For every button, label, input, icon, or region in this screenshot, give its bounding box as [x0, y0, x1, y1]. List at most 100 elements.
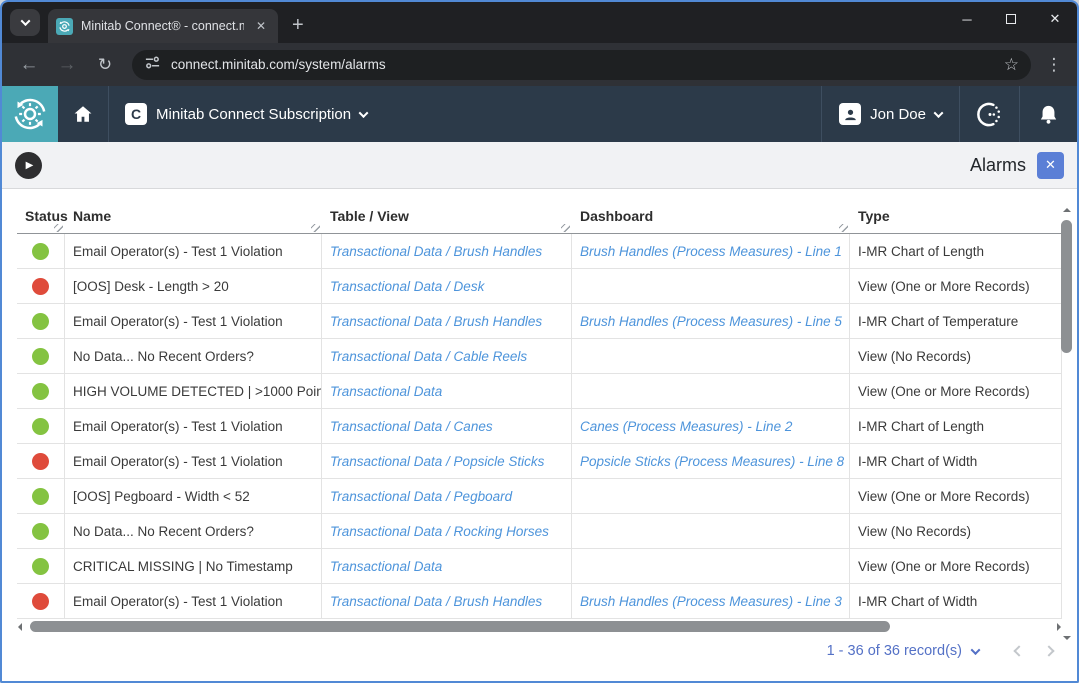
table-view-link[interactable]: Transactional Data / Canes — [330, 419, 493, 434]
table-row[interactable]: Email Operator(s) - Test 1 Violation Tra… — [17, 584, 1062, 619]
column-header-type[interactable]: Type — [850, 208, 1062, 233]
status-dot — [32, 488, 49, 505]
table-view-link[interactable]: Transactional Data / Rocking Horses — [330, 524, 549, 539]
scroll-down-icon[interactable] — [1063, 636, 1071, 640]
browser-tab[interactable]: Minitab Connect® - connect.mi ✕ — [48, 9, 278, 43]
header-right: Jon Doe — [821, 86, 1077, 142]
close-button[interactable]: ✕ — [1033, 2, 1077, 36]
alarm-type: View (No Records) — [850, 514, 1062, 548]
table-view-link[interactable]: Transactional Data / Cable Reels — [330, 349, 527, 364]
table-view-link[interactable]: Transactional Data / Brush Handles — [330, 594, 542, 609]
table-row[interactable]: Email Operator(s) - Test 1 Violation Tra… — [17, 444, 1062, 479]
vertical-scroll-thumb[interactable] — [1061, 220, 1072, 353]
forward-icon[interactable]: → — [52, 54, 82, 76]
column-resize-handle[interactable] — [54, 224, 63, 232]
horizontal-scroll-thumb[interactable] — [30, 621, 890, 632]
dashboard-link[interactable]: Brush Handles (Process Measures) - Line … — [580, 594, 842, 609]
alarm-name: Email Operator(s) - Test 1 Violation — [65, 409, 322, 443]
window-controls: ─ ✕ — [945, 2, 1077, 36]
page-next-icon[interactable] — [1043, 645, 1054, 656]
address-bar[interactable]: connect.minitab.com/system/alarms ☆ — [132, 50, 1031, 80]
table-row[interactable]: Email Operator(s) - Test 1 Violation Tra… — [17, 234, 1062, 269]
horizontal-scrollbar[interactable] — [17, 621, 1062, 632]
tab-close-icon[interactable]: ✕ — [252, 17, 270, 35]
table-view-link[interactable]: Transactional Data / Brush Handles — [330, 314, 542, 329]
scroll-up-icon[interactable] — [1063, 208, 1071, 212]
home-button[interactable] — [58, 103, 108, 125]
back-icon[interactable]: ← — [14, 54, 44, 76]
table-row[interactable]: Email Operator(s) - Test 1 Violation Tra… — [17, 409, 1062, 444]
table-row[interactable]: Email Operator(s) - Test 1 Violation Tra… — [17, 304, 1062, 339]
column-header-dashboard[interactable]: Dashboard — [572, 208, 850, 233]
status-cell — [17, 234, 65, 268]
status-dot — [32, 593, 49, 610]
alarm-name: HIGH VOLUME DETECTED | >1000 Points — [65, 374, 322, 408]
column-header-name[interactable]: Name — [65, 208, 322, 233]
dashboard-cell — [572, 549, 850, 583]
vertical-scrollbar[interactable] — [1061, 207, 1072, 641]
subscription-selector[interactable]: C Minitab Connect Subscription — [109, 103, 383, 125]
alarm-type: View (One or More Records) — [850, 269, 1062, 303]
status-cell — [17, 514, 65, 548]
tab-title: Minitab Connect® - connect.mi — [81, 19, 244, 33]
maximize-button[interactable] — [989, 2, 1033, 36]
table-row[interactable]: [OOS] Pegboard - Width < 52 Transactiona… — [17, 479, 1062, 514]
dashboard-link[interactable]: Brush Handles (Process Measures) - Line … — [580, 244, 842, 259]
dashboard-link[interactable]: Canes (Process Measures) - Line 2 — [580, 419, 792, 434]
status-cell — [17, 269, 65, 303]
dashboard-link[interactable]: Brush Handles (Process Measures) - Line … — [580, 314, 842, 329]
table-row[interactable]: No Data... No Recent Orders? Transaction… — [17, 339, 1062, 374]
minitab-connect-logo-icon[interactable] — [2, 86, 58, 142]
table-row[interactable]: HIGH VOLUME DETECTED | >1000 Points Tran… — [17, 374, 1062, 409]
table-view-link[interactable]: Transactional Data / Desk — [330, 279, 484, 294]
notifications-button[interactable] — [1019, 86, 1077, 142]
column-header-table-view[interactable]: Table / View — [322, 208, 572, 233]
chevron-down-icon — [359, 108, 369, 118]
browser-menu-icon[interactable]: ⋮ — [1043, 55, 1065, 75]
alarm-type: View (One or More Records) — [850, 479, 1062, 513]
column-header-status[interactable]: Status — [17, 208, 65, 233]
minimize-button[interactable]: ─ — [945, 2, 989, 36]
bookmark-star-icon[interactable]: ☆ — [1004, 55, 1019, 75]
subscription-label: Minitab Connect Subscription — [156, 106, 351, 123]
table-view-cell: Transactional Data / Brush Handles — [322, 304, 572, 338]
status-dot — [32, 453, 49, 470]
table-view-link[interactable]: Transactional Data — [330, 384, 442, 399]
page-prev-icon[interactable] — [1013, 645, 1024, 656]
column-resize-handle[interactable] — [311, 224, 320, 232]
table-view-link[interactable]: Transactional Data / Brush Handles — [330, 244, 542, 259]
table-view-link[interactable]: Transactional Data / Pegboard — [330, 489, 512, 504]
table-row[interactable]: CRITICAL MISSING | No Timestamp Transact… — [17, 549, 1062, 584]
status-dot — [32, 243, 49, 260]
alarm-type: View (One or More Records) — [850, 549, 1062, 583]
alarms-close-button[interactable]: ✕ — [1037, 152, 1064, 179]
url-text[interactable]: connect.minitab.com/system/alarms — [171, 57, 994, 72]
scheduler-button[interactable] — [959, 86, 1019, 142]
browser-toolbar: ← → ↻ connect.minitab.com/system/alarms … — [2, 43, 1077, 86]
status-dot — [32, 278, 49, 295]
table-view-link[interactable]: Transactional Data / Popsicle Sticks — [330, 454, 544, 469]
records-dropdown-icon[interactable] — [971, 645, 981, 655]
play-button[interactable]: ▶ — [15, 152, 42, 179]
alarms-table-area: Status Name Table / View Dashboard Type … — [2, 198, 1077, 683]
column-resize-handle[interactable] — [561, 224, 570, 232]
status-cell — [17, 374, 65, 408]
new-tab-button[interactable]: + — [292, 15, 304, 35]
scroll-left-icon[interactable] — [18, 623, 22, 631]
browser-titlebar: Minitab Connect® - connect.mi ✕ + ─ ✕ — [2, 2, 1077, 43]
table-row[interactable]: No Data... No Recent Orders? Transaction… — [17, 514, 1062, 549]
tab-search-button[interactable] — [10, 9, 40, 36]
reload-icon[interactable]: ↻ — [90, 55, 120, 75]
subscription-badge: C — [125, 103, 147, 125]
alarm-name: CRITICAL MISSING | No Timestamp — [65, 549, 322, 583]
dashboard-cell: Brush Handles (Process Measures) - Line … — [572, 234, 850, 268]
table-view-link[interactable]: Transactional Data — [330, 559, 442, 574]
site-settings-icon[interactable] — [144, 54, 161, 76]
dashboard-cell: Brush Handles (Process Measures) - Line … — [572, 584, 850, 618]
panel-title: Alarms — [970, 155, 1026, 176]
user-menu[interactable]: Jon Doe — [821, 86, 959, 142]
dashboard-link[interactable]: Popsicle Sticks (Process Measures) - Lin… — [580, 454, 844, 469]
alarm-name: No Data... No Recent Orders? — [65, 514, 322, 548]
table-row[interactable]: [OOS] Desk - Length > 20 Transactional D… — [17, 269, 1062, 304]
column-resize-handle[interactable] — [839, 224, 848, 232]
